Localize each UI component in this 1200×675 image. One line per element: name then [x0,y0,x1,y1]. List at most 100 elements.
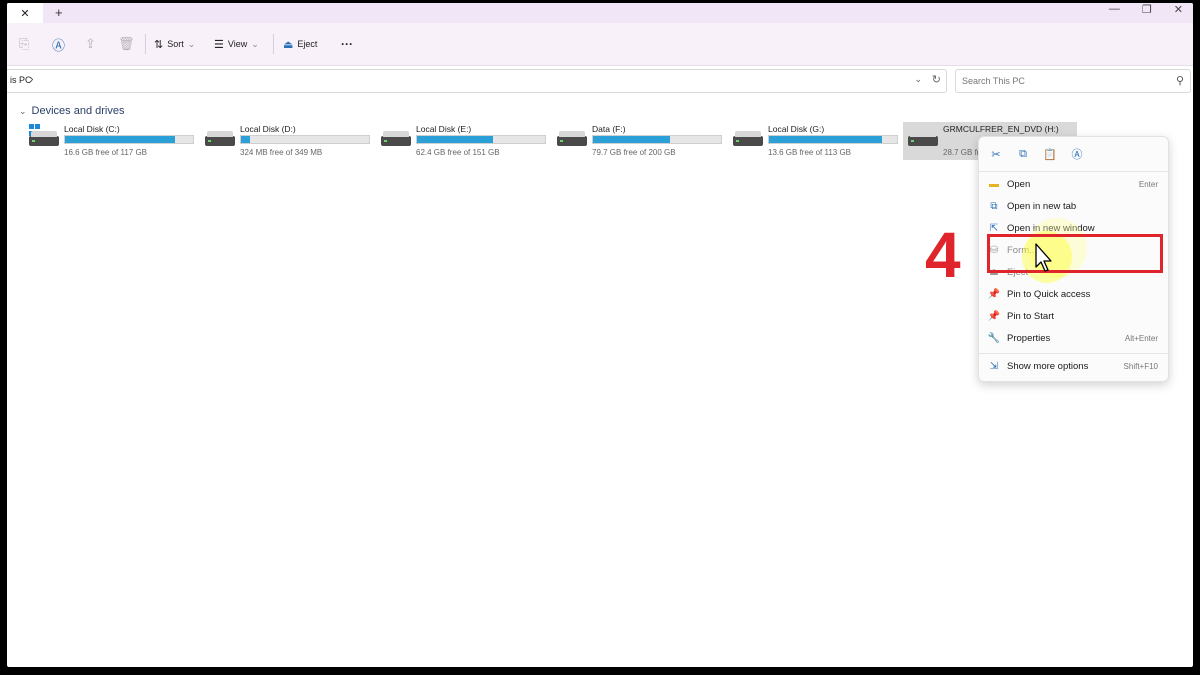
drive-name: Local Disk (D:) [240,124,296,134]
menu-item-show-more-options[interactable]: ⇲ Show more options Shift+F10 [979,357,1168,377]
drive-free-space: 324 MB free of 349 MB [240,148,323,157]
hdd-icon [381,131,411,146]
rename-button[interactable]: Ⓐ [52,33,65,55]
close-window-button[interactable]: ✕ [1174,3,1183,16]
wrench-icon: 🔧 [987,332,1001,344]
minimize-button[interactable]: — [1109,3,1120,16]
refresh-icon[interactable]: ↻ [932,73,941,86]
devices-section-header[interactable]: ⌄ Devices and drives [19,105,124,117]
copy-icon: ⎘ [19,36,30,51]
capacity-bar [416,135,546,144]
capacity-bar [64,135,194,144]
menu-item-shortcut: Enter [1138,180,1158,189]
menu-item-pin-quick-access[interactable]: 📌 Pin to Quick access [979,285,1168,305]
paste-icon[interactable]: 📋 [1042,146,1058,162]
chevron-down-icon: ⌄ [251,38,259,49]
search-icon[interactable]: ⚲ [1176,74,1184,87]
menu-item-label: Pin to Start [1007,311,1054,322]
eject-label: Eject [297,39,318,49]
pin-icon: 📌 [987,288,1001,300]
eject-icon: ⏏ [283,38,294,51]
drive-free-space: 13.6 GB free of 113 GB [768,148,852,157]
sort-button[interactable]: ⇅ Sort ⌄ [154,33,195,55]
search-box[interactable]: Search This PC ⚲ [955,69,1191,93]
hdd-icon [733,131,763,146]
trash-icon: 🗑 [118,36,135,51]
show-more-icon: ⇲ [989,360,999,372]
rename-icon: Ⓐ [52,37,66,53]
drive-g[interactable]: Local Disk (G:) 13.6 GB free of 113 GB [733,122,903,160]
section-label: Devices and drives [31,105,125,117]
drive-c[interactable]: Local Disk (C:) 16.6 GB free of 117 GB [29,122,199,160]
breadcrumb-this-pc[interactable]: is PC [10,75,32,85]
menu-divider [979,353,1168,354]
delete-button[interactable]: 🗑 [118,33,135,55]
menu-item-label: Pin to Quick access [1007,289,1091,300]
drive-name: Data (F:) [592,124,626,134]
address-bar[interactable]: is PC › ⌄ ↻ [7,69,947,93]
history-dropdown-icon[interactable]: ⌄ [914,74,922,85]
new-tab-button[interactable]: + [55,5,63,20]
menu-item-properties[interactable]: 🔧 Properties Alt+Enter [979,329,1168,349]
hdd-icon [557,131,587,146]
menu-item-pin-start[interactable]: 📌 Pin to Start [979,307,1168,327]
view-icon: ☰ [214,38,224,51]
capacity-bar [768,135,898,144]
menu-item-shortcut: Shift+F10 [1123,362,1158,371]
capacity-fill [241,136,250,143]
hdd-icon [205,131,235,146]
folder-icon: ▬ [989,178,999,190]
close-tab-icon[interactable]: ✕ [20,7,29,20]
new-window-icon: ⇱ [989,222,999,234]
capacity-bar [240,135,370,144]
menu-item-open-new-tab[interactable]: ⧉ Open in new tab [979,197,1168,217]
maximize-button[interactable]: ❐ [1142,3,1152,16]
eject-button[interactable]: ⏏ Eject [283,33,317,55]
capacity-fill [65,136,176,143]
drive-name: GRMCULFRER_EN_DVD (H:) [943,124,1059,134]
drive-free-space: 62.4 GB free of 151 GB [416,148,500,157]
title-bar: ✕ + — ❐ ✕ [7,3,1193,23]
drive-d[interactable]: Local Disk (D:) 324 MB free of 349 MB [205,122,375,160]
more-options-button[interactable]: ··· [341,33,353,55]
annotation-highlight-box [987,234,1163,273]
sort-label: Sort [167,39,184,49]
view-label: View [227,39,248,49]
hdd-icon [29,131,59,146]
share-icon: ⇪ [85,36,96,51]
cut-icon[interactable]: ✂ [988,146,1004,162]
file-explorer-window: ✕ + — ❐ ✕ ⎘ Ⓐ ⇪ 🗑 ⇅ Sort ⌄ ☰ View ⌄ ⏏ Ej… [7,3,1193,667]
capacity-bar [592,135,722,144]
share-button[interactable]: ⇪ [85,33,96,55]
drive-name: Local Disk (C:) [64,124,120,134]
search-placeholder: Search This PC [962,76,1025,86]
pin-icon: 📌 [987,310,1001,322]
capacity-fill [593,136,670,143]
menu-item-open[interactable]: ▬ Open Enter [979,175,1168,195]
annotation-step-number: 4 [925,219,961,291]
mouse-cursor-icon [1035,243,1052,272]
window-controls: — ❐ ✕ [1109,3,1183,16]
view-button[interactable]: ☰ View ⌄ [214,33,259,55]
menu-item-label: Show more options [1007,361,1089,372]
breadcrumb-chevron-icon[interactable]: › [30,74,33,85]
toolbar-divider [273,34,274,54]
copy-icon[interactable]: ⧉ [1015,146,1031,162]
capacity-fill [417,136,493,143]
toolbar-divider [145,34,146,54]
copy-button[interactable]: ⎘ [19,33,29,55]
menu-divider [979,171,1168,172]
rename-icon[interactable]: Ⓐ [1069,146,1085,162]
drive-f[interactable]: Data (F:) 79.7 GB free of 200 GB [557,122,727,160]
menu-item-shortcut: Alt+Enter [1124,334,1158,343]
drive-free-space: 79.7 GB free of 200 GB [592,148,676,157]
menu-item-label: Properties [1007,333,1051,344]
drive-free-space: 16.6 GB free of 117 GB [64,148,148,157]
new-tab-icon: ⧉ [990,200,998,212]
tab-this-pc[interactable]: ✕ [7,3,43,23]
chevron-down-icon: ⌄ [187,38,196,49]
more-icon: ··· [341,37,353,51]
drive-e[interactable]: Local Disk (E:) 62.4 GB free of 151 GB [381,122,551,160]
drive-name: Local Disk (G:) [768,124,825,134]
command-bar: ⎘ Ⓐ ⇪ 🗑 ⇅ Sort ⌄ ☰ View ⌄ ⏏ Eject ··· [7,23,1193,66]
